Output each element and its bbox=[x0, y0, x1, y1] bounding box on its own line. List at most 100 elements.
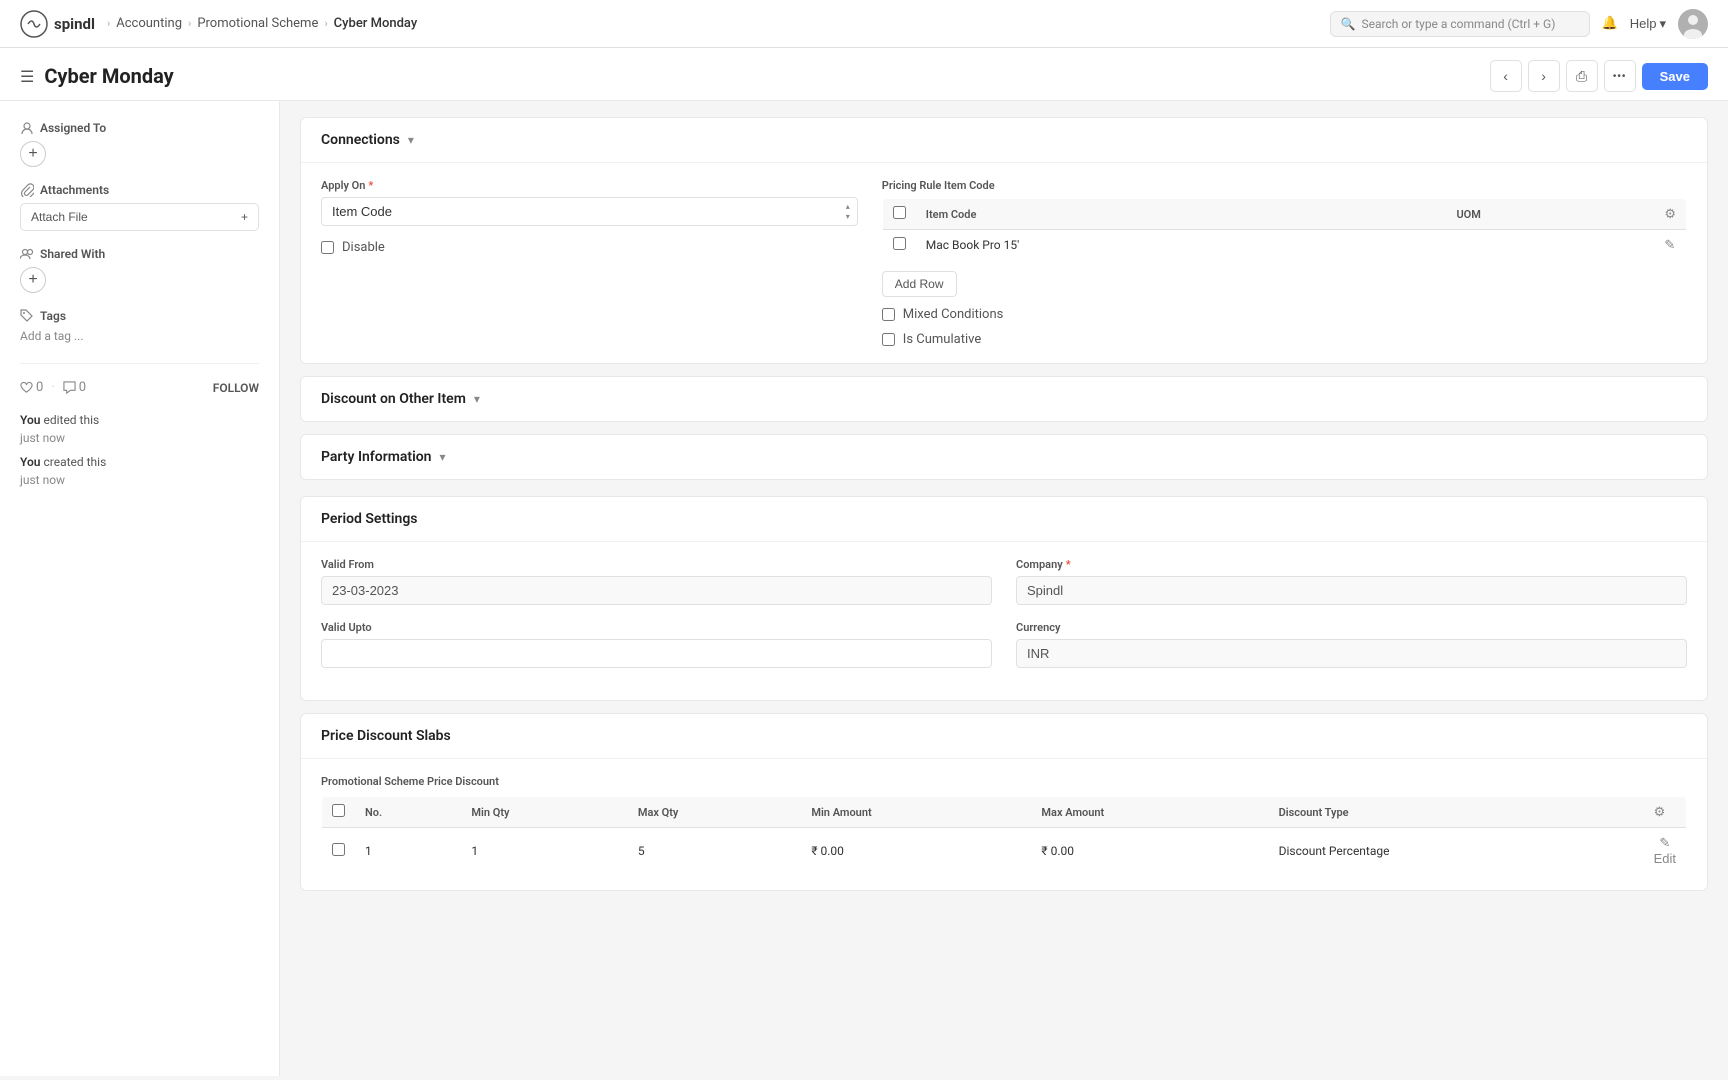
discount-table-select-all[interactable] bbox=[332, 804, 345, 817]
sidebar-divider bbox=[20, 363, 259, 364]
attachments-label: Attachments bbox=[40, 183, 109, 197]
party-information-header[interactable]: Party Information ▾ bbox=[301, 435, 1707, 479]
td-edit-0: ✎ bbox=[1654, 230, 1686, 261]
hamburger-icon[interactable]: ☰ bbox=[20, 67, 34, 86]
disc-td-max-qty-0: 5 bbox=[628, 828, 802, 874]
discount-other-item-card: Discount on Other Item ▾ bbox=[300, 376, 1708, 422]
avatar-icon bbox=[1678, 9, 1708, 39]
is-cumulative-row: Is Cumulative bbox=[882, 332, 1687, 347]
valid-upto-group: Valid Upto bbox=[321, 621, 992, 668]
assigned-to-title: Assigned To bbox=[20, 121, 259, 135]
bell-icon[interactable]: 🔔 bbox=[1602, 16, 1618, 31]
disable-checkbox-row: Disable bbox=[321, 240, 858, 255]
disc-th-checkbox bbox=[322, 797, 356, 828]
disc-th-max-amount: Max Amount bbox=[1031, 797, 1268, 828]
shared-with-label: Shared With bbox=[40, 247, 105, 261]
discount-row-checkbox-0[interactable] bbox=[332, 843, 345, 856]
pricing-table-select-all[interactable] bbox=[893, 206, 906, 219]
company-input[interactable] bbox=[1016, 576, 1687, 605]
breadcrumb-promotional-scheme[interactable]: Promotional Scheme bbox=[197, 16, 318, 31]
disable-group: Disable bbox=[321, 240, 858, 255]
activity-action-1: created this bbox=[43, 455, 106, 469]
disc-th-discount-type: Discount Type bbox=[1269, 797, 1644, 828]
save-button[interactable]: Save bbox=[1642, 63, 1708, 90]
tag-icon bbox=[20, 309, 34, 323]
left-sidebar: Assigned To + Attachments Attach File + … bbox=[0, 101, 280, 1076]
price-discount-body: Promotional Scheme Price Discount No. Mi… bbox=[301, 759, 1707, 890]
comment-button[interactable]: 0 bbox=[63, 380, 86, 395]
valid-from-input[interactable] bbox=[321, 576, 992, 605]
company-required: * bbox=[1066, 558, 1071, 571]
help-button[interactable]: Help ▾ bbox=[1630, 16, 1666, 32]
td-item-code-0: Mac Book Pro 15' bbox=[916, 230, 1447, 261]
valid-upto-label: Valid Upto bbox=[321, 621, 992, 634]
apply-on-required: * bbox=[368, 179, 373, 192]
disable-checkbox[interactable] bbox=[321, 241, 334, 254]
logo[interactable]: spindl bbox=[20, 10, 95, 38]
attachments-section: Attachments Attach File + bbox=[20, 183, 259, 231]
logo-text: spindl bbox=[54, 15, 95, 33]
period-settings-header[interactable]: Period Settings bbox=[301, 497, 1707, 542]
assigned-to-label: Assigned To bbox=[40, 121, 106, 135]
row-edit-button-0[interactable]: ✎ bbox=[1664, 237, 1675, 253]
table-row: Mac Book Pro 15' ✎ bbox=[882, 230, 1686, 261]
company-label: Company * bbox=[1016, 558, 1687, 571]
help-chevron-icon: ▾ bbox=[1659, 16, 1666, 32]
currency-group: Currency bbox=[1016, 621, 1687, 668]
more-button[interactable]: ••• bbox=[1604, 60, 1636, 92]
table-settings-button[interactable]: ⚙ bbox=[1664, 206, 1676, 222]
likes-count: 0 bbox=[36, 380, 43, 395]
add-tag-link[interactable]: Add a tag ... bbox=[20, 329, 259, 343]
activity-row: 0 · 0 FOLLOW bbox=[20, 380, 259, 395]
add-shared-with-button[interactable]: + bbox=[20, 267, 46, 293]
users-icon bbox=[20, 247, 34, 261]
attach-file-button[interactable]: Attach File + bbox=[20, 203, 259, 231]
connections-body: Apply On * Item Code Item Group Brand bbox=[301, 163, 1707, 363]
search-bar[interactable]: 🔍 Search or type a command (Ctrl + G) bbox=[1330, 11, 1590, 37]
connections-header[interactable]: Connections ▾ bbox=[301, 118, 1707, 163]
mixed-conditions-row: Mixed Conditions bbox=[882, 307, 1687, 322]
disc-td-min-qty-0: 1 bbox=[461, 828, 627, 874]
period-row-1: Valid From Company * bbox=[321, 558, 1687, 605]
mixed-conditions-label[interactable]: Mixed Conditions bbox=[903, 307, 1004, 322]
connections-left: Apply On * Item Code Item Group Brand bbox=[321, 179, 858, 347]
tags-label: Tags bbox=[40, 309, 66, 323]
disc-th-settings: ⚙ bbox=[1644, 797, 1687, 828]
activity-user-0: You bbox=[20, 413, 40, 427]
is-cumulative-checkbox[interactable] bbox=[882, 333, 895, 346]
next-button[interactable]: › bbox=[1528, 60, 1560, 92]
chevron-left-icon: ‹ bbox=[1503, 68, 1508, 84]
add-row-button[interactable]: Add Row bbox=[882, 271, 957, 297]
print-icon: ⎙ bbox=[1576, 68, 1587, 85]
print-button[interactable]: ⎙ bbox=[1566, 60, 1598, 92]
apply-on-select[interactable]: Item Code Item Group Brand bbox=[321, 197, 858, 226]
discount-row-edit-button-0[interactable]: ✎ Edit bbox=[1654, 835, 1676, 866]
pricing-rule-label: Pricing Rule Item Code bbox=[882, 179, 1687, 192]
disc-td-max-amount-0: ₹ 0.00 bbox=[1031, 828, 1268, 874]
disable-label[interactable]: Disable bbox=[342, 240, 385, 255]
comments-count: 0 bbox=[79, 380, 86, 395]
price-discount-header[interactable]: Price Discount Slabs bbox=[301, 714, 1707, 759]
breadcrumb-accounting[interactable]: Accounting bbox=[116, 16, 182, 31]
add-assigned-to-button[interactable]: + bbox=[20, 141, 46, 167]
discount-sub-label: Promotional Scheme Price Discount bbox=[321, 775, 1687, 788]
currency-label: Currency bbox=[1016, 621, 1687, 634]
discount-other-item-header[interactable]: Discount on Other Item ▾ bbox=[301, 377, 1707, 421]
mixed-conditions-checkbox[interactable] bbox=[882, 308, 895, 321]
pricing-rule-table: Item Code UOM ⚙ bbox=[882, 198, 1687, 261]
price-discount-slabs-card: Price Discount Slabs Promotional Scheme … bbox=[300, 713, 1708, 891]
prev-button[interactable]: ‹ bbox=[1490, 60, 1522, 92]
connections-card: Connections ▾ Apply On * bbox=[300, 117, 1708, 364]
follow-button[interactable]: FOLLOW bbox=[213, 381, 259, 395]
period-settings-title: Period Settings bbox=[321, 511, 418, 527]
connections-form-row: Apply On * Item Code Item Group Brand bbox=[321, 179, 1687, 347]
valid-upto-input[interactable] bbox=[321, 639, 992, 668]
currency-input[interactable] bbox=[1016, 639, 1687, 668]
th-uom: UOM bbox=[1446, 199, 1654, 230]
disc-th-min-qty: Min Qty bbox=[461, 797, 627, 828]
like-button[interactable]: 0 bbox=[20, 380, 43, 395]
row-checkbox-0[interactable] bbox=[893, 237, 906, 250]
is-cumulative-label[interactable]: Is Cumulative bbox=[903, 332, 981, 347]
discount-table-settings-button[interactable]: ⚙ bbox=[1654, 804, 1666, 820]
avatar[interactable] bbox=[1678, 9, 1708, 39]
